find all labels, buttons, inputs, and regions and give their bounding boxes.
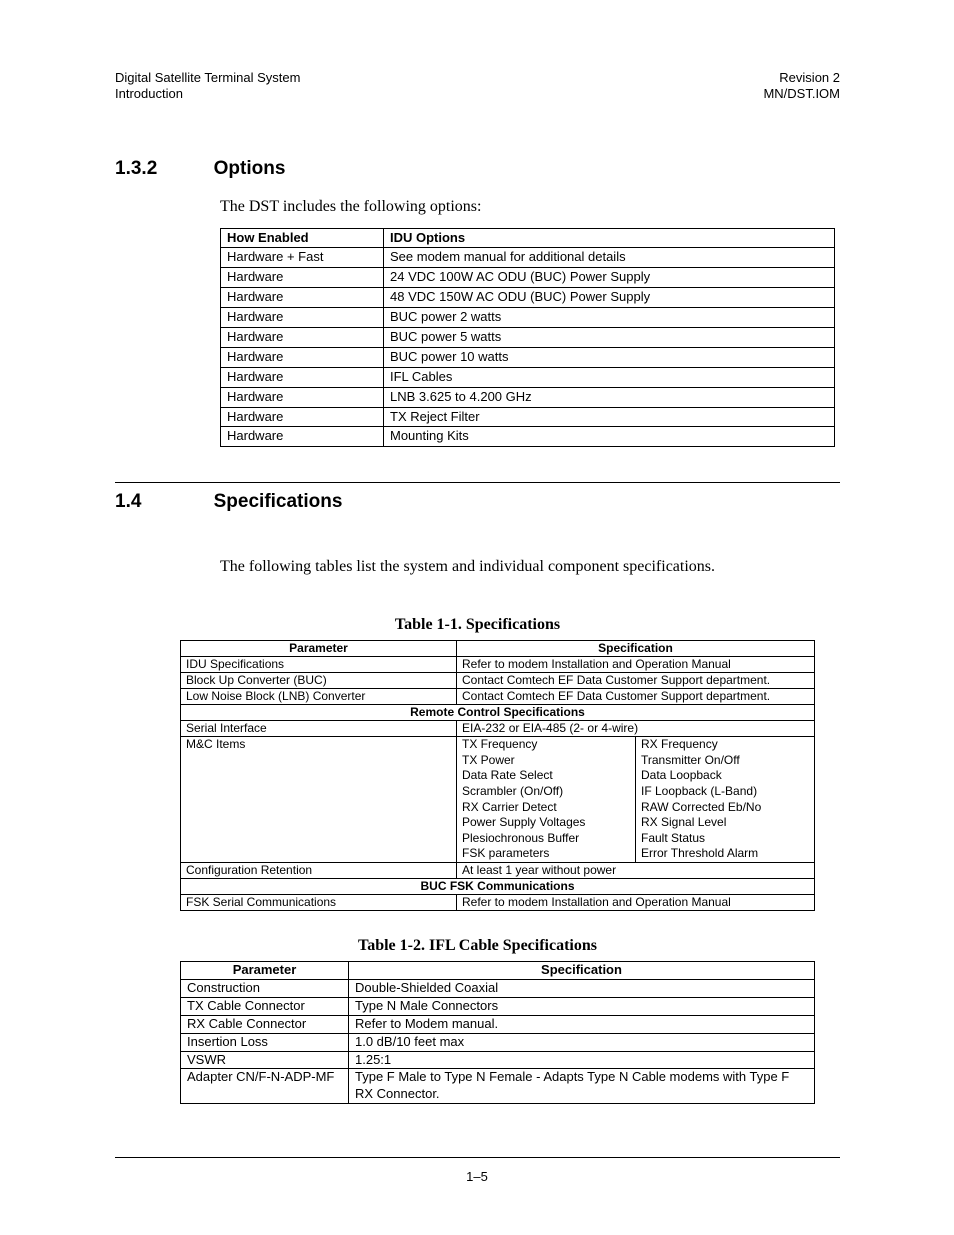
mc-item: Fault Status: [641, 831, 809, 847]
t12-cell: Type N Male Connectors: [349, 997, 815, 1015]
t12-cell: RX Cable Connector: [181, 1015, 349, 1033]
options-col-1-header: How Enabled: [221, 228, 384, 248]
t12-cell: 1.0 dB/10 feet max: [349, 1033, 815, 1051]
mc-item: RX Carrier Detect: [462, 800, 630, 816]
t12-hdr-param: Parameter: [181, 962, 349, 980]
t11-cell: Configuration Retention: [181, 863, 457, 879]
mc-item: RX Signal Level: [641, 815, 809, 831]
options-cell: LNB 3.625 to 4.200 GHz: [384, 387, 835, 407]
section-number: 1.3.2: [115, 158, 210, 180]
section-1-4-intro: The following tables list the system and…: [220, 558, 840, 576]
options-cell: TX Reject Filter: [384, 407, 835, 427]
options-cell: Hardware: [221, 387, 384, 407]
options-cell: Hardware: [221, 407, 384, 427]
options-cell: BUC power 2 watts: [384, 308, 835, 328]
t11-cell: Contact Comtech EF Data Customer Support…: [457, 673, 815, 689]
t11-section: Remote Control Specifications: [181, 705, 815, 721]
mc-item: RX Frequency: [641, 737, 809, 753]
options-cell: Hardware + Fast: [221, 248, 384, 268]
options-table: How Enabled IDU Options Hardware + FastS…: [220, 228, 835, 448]
options-cell: BUC power 10 watts: [384, 347, 835, 367]
options-cell: 24 VDC 100W AC ODU (BUC) Power Supply: [384, 268, 835, 288]
mc-item: TX Power: [462, 753, 630, 769]
footer-rule: [115, 1157, 840, 1158]
mc-item: Plesiochronous Buffer: [462, 831, 630, 847]
t11-cell: M&C Items: [181, 737, 457, 863]
options-cell: Hardware: [221, 347, 384, 367]
t12-cell: Construction: [181, 979, 349, 997]
t11-cell: EIA-232 or EIA-485 (2- or 4-wire): [457, 721, 815, 737]
options-cell: Hardware: [221, 288, 384, 308]
page-number: 1–5: [0, 1169, 954, 1184]
t12-cell: VSWR: [181, 1051, 349, 1069]
t11-cell: Contact Comtech EF Data Customer Support…: [457, 689, 815, 705]
t11-cell: At least 1 year without power: [457, 863, 815, 879]
mc-item: IF Loopback (L-Band): [641, 784, 809, 800]
table-1-2-caption: Table 1-2. IFL Cable Specifications: [115, 937, 840, 955]
mc-item: Data Loopback: [641, 768, 809, 784]
options-cell: 48 VDC 150W AC ODU (BUC) Power Supply: [384, 288, 835, 308]
t11-cell: IDU Specifications: [181, 657, 457, 673]
header-left-2: Introduction: [115, 86, 300, 102]
t12-hdr-spec: Specification: [349, 962, 815, 980]
t11-cell: Serial Interface: [181, 721, 457, 737]
t11-cell: Refer to modem Installation and Operatio…: [457, 657, 815, 673]
mc-item: FSK parameters: [462, 846, 630, 862]
section-title: Options: [214, 158, 286, 179]
header-right-2: MN/DST.IOM: [763, 86, 840, 102]
t12-cell: Adapter CN/F-N-ADP-MF: [181, 1069, 349, 1104]
options-cell: See modem manual for additional details: [384, 248, 835, 268]
options-cell: Mounting Kits: [384, 427, 835, 447]
section-1-4-heading: 1.4 Specifications: [115, 482, 840, 513]
section-1-3-2-heading: 1.3.2 Options: [115, 158, 840, 180]
options-cell: Hardware: [221, 367, 384, 387]
page-header: Digital Satellite Terminal System Introd…: [115, 70, 840, 103]
t11-cell: Low Noise Block (LNB) Converter: [181, 689, 457, 705]
t11-cell: Refer to modem Installation and Operatio…: [457, 895, 815, 911]
mc-item: Transmitter On/Off: [641, 753, 809, 769]
header-right-1: Revision 2: [763, 70, 840, 86]
t11-hdr-param: Parameter: [181, 641, 457, 657]
mc-item: RAW Corrected Eb/No: [641, 800, 809, 816]
options-cell: Hardware: [221, 327, 384, 347]
mc-item: Power Supply Voltages: [462, 815, 630, 831]
t11-section: BUC FSK Communications: [181, 879, 815, 895]
section-1-3-2-intro: The DST includes the following options:: [220, 198, 840, 216]
t11-hdr-spec: Specification: [457, 641, 815, 657]
options-cell: Hardware: [221, 268, 384, 288]
options-cell: IFL Cables: [384, 367, 835, 387]
mc-item: Error Threshold Alarm: [641, 846, 809, 862]
mc-item: Scrambler (On/Off): [462, 784, 630, 800]
section-title: Specifications: [214, 491, 343, 512]
t12-cell: TX Cable Connector: [181, 997, 349, 1015]
t12-cell: Refer to Modem manual.: [349, 1015, 815, 1033]
ifl-cable-table: Parameter Specification ConstructionDoub…: [180, 961, 815, 1104]
t12-cell: Insertion Loss: [181, 1033, 349, 1051]
t11-cell: Block Up Converter (BUC): [181, 673, 457, 689]
specifications-table: Parameter Specification IDU Specificatio…: [180, 640, 815, 911]
options-cell: BUC power 5 watts: [384, 327, 835, 347]
mc-item: TX Frequency: [462, 737, 630, 753]
mc-item: Data Rate Select: [462, 768, 630, 784]
t11-cell: FSK Serial Communications: [181, 895, 457, 911]
options-cell: Hardware: [221, 427, 384, 447]
options-col-2-header: IDU Options: [384, 228, 835, 248]
options-cell: Hardware: [221, 308, 384, 328]
t12-cell: Double-Shielded Coaxial: [349, 979, 815, 997]
t12-cell: Type F Male to Type N Female - Adapts Ty…: [349, 1069, 815, 1104]
header-left-1: Digital Satellite Terminal System: [115, 70, 300, 86]
t12-cell: 1.25:1: [349, 1051, 815, 1069]
t11-mc-items: TX FrequencyTX PowerData Rate SelectScra…: [457, 737, 815, 863]
table-1-1-caption: Table 1-1. Specifications: [115, 616, 840, 634]
section-number: 1.4: [115, 491, 210, 513]
